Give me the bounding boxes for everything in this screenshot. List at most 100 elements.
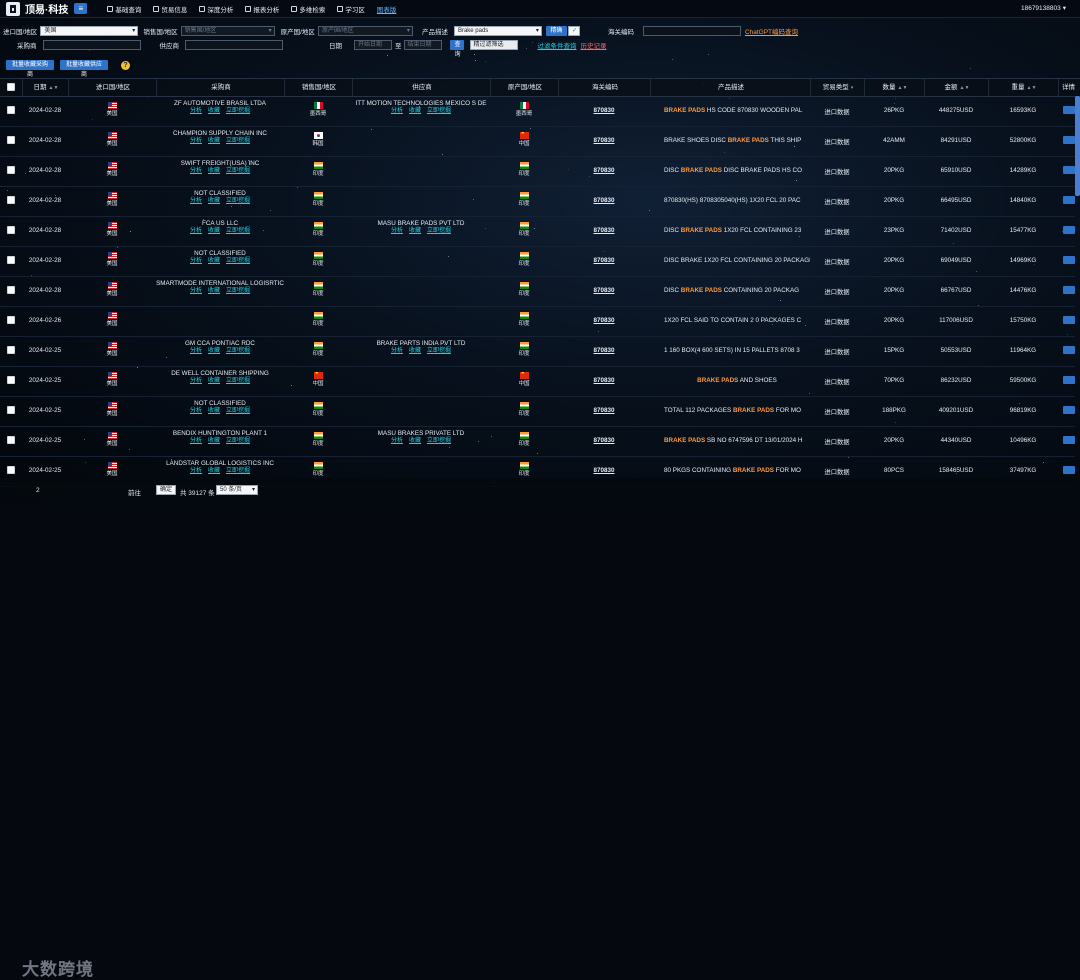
row-hs-code[interactable]: 870830 [558,437,650,444]
row-checkbox[interactable] [7,346,15,354]
search-history-link[interactable]: 历史记录 [581,40,607,50]
favorite-link[interactable]: 收藏 [208,348,220,354]
table-row[interactable]: 2024-02-28 美国 NOT CLASSIFIED 分析 收藏 立即挖掘 印度 印度 87… [0,246,1075,277]
chatgpt-hs-lookup-link[interactable]: ChatGPT编码查询 [745,26,798,36]
analyze-link[interactable]: 分析 [190,108,202,114]
supplier-input[interactable] [185,40,283,50]
dig-now-link[interactable]: 立即挖掘 [226,258,250,264]
row-hs-code[interactable]: 870830 [558,197,650,204]
exact-match-checkbox[interactable]: ✓ [567,26,580,36]
detail-button[interactable] [1063,106,1075,114]
buyer-name[interactable]: DE WELL CONTAINER SHIPPING [156,370,284,377]
nav-item-deep-analysis[interactable]: 深度分析 [199,4,233,14]
table-row[interactable]: 2024-02-28 美国 FCA US LLC 分析 收藏 立即挖掘 印度 MASU BRA… [0,216,1075,247]
detail-button[interactable] [1063,286,1075,294]
favorite-link[interactable]: 收藏 [208,468,220,474]
row-hs-code[interactable]: 870830 [558,377,650,384]
filter-conditions-link[interactable]: 过滤条件查询 [538,40,577,50]
favorite-link[interactable]: 收藏 [208,138,220,144]
detail-button[interactable] [1063,166,1075,174]
analyze-link[interactable]: 分析 [190,228,202,234]
favorite-link[interactable]: 收藏 [208,228,220,234]
col-quantity[interactable]: 数量 ▲▼ [864,79,925,96]
favorite-link[interactable]: 收藏 [208,168,220,174]
table-row[interactable]: 2024-02-25 美国 NOT CLASSIFIED 分析 收藏 立即挖掘 印度 印度 87… [0,396,1075,427]
row-checkbox[interactable] [7,196,15,204]
exact-match-button[interactable]: 精确 [545,26,567,36]
analyze-link[interactable]: 分析 [190,378,202,384]
analyze-link[interactable]: 分析 [190,438,202,444]
table-row[interactable]: 2024-02-25 美国 BENDIX HUNTINGTON PLANT 1 分析收… [0,426,1075,457]
sales-country-select[interactable]: 销售国/地区 [180,26,275,36]
buyer-name[interactable]: LANDSTAR GLOBAL LOGISTICS INC [156,460,284,467]
dig-now-link[interactable]: 立即挖掘 [226,438,250,444]
table-row[interactable]: 2024-02-28 美国 CHAMPION SUPPLY CHAIN INC 分析收… [0,126,1075,157]
favorite-link[interactable]: 收藏 [409,108,421,114]
detail-button[interactable] [1063,226,1075,234]
bulk-favorite-buyers-button[interactable]: 批量收藏采购商 [6,60,54,78]
dig-now-link[interactable]: 立即挖掘 [226,198,250,204]
table-row[interactable]: 2024-02-25 美国 DE WELL CONTAINER SHIPPING 分析… [0,366,1075,397]
row-checkbox[interactable] [7,256,15,264]
buyer-name[interactable]: BENDIX HUNTINGTON PLANT 1 [156,430,284,437]
favorite-link[interactable]: 收藏 [208,198,220,204]
detail-button[interactable] [1063,346,1075,354]
page-size-select[interactable]: 50 条/页 [216,485,258,495]
row-checkbox[interactable] [7,106,15,114]
row-checkbox[interactable] [7,226,15,234]
buyer-name[interactable]: GM CCA PONTIAC RDC [156,340,284,347]
analyze-link[interactable]: 分析 [391,228,403,234]
dig-now-link[interactable]: 立即挖掘 [427,108,451,114]
favorite-link[interactable]: 收藏 [208,378,220,384]
buyer-name[interactable]: NOT CLASSIFIED [156,400,284,407]
import-country-select[interactable]: 美国 [40,26,139,36]
col-amount[interactable]: 金额 ▲▼ [924,79,989,96]
row-hs-code[interactable]: 870830 [558,107,650,114]
analyze-link[interactable]: 分析 [190,288,202,294]
nav-item-report-analysis[interactable]: 报表分析 [245,4,279,14]
row-hs-code[interactable]: 870830 [558,467,650,474]
dig-now-link[interactable]: 立即挖掘 [427,348,451,354]
dig-now-link[interactable]: 立即挖掘 [427,228,451,234]
end-date-input[interactable]: 结束日期 [403,40,442,50]
dig-now-link[interactable]: 立即挖掘 [226,288,250,294]
table-row[interactable]: 2024-02-28 美国 SMARTMODE INTERNATIONAL LOGI… [0,276,1075,307]
start-date-input[interactable]: 开始日期 [354,40,392,50]
table-row[interactable]: 2024-02-28 美国 ZF AUTOMOTIVE BRASIL LTDA 分析收… [0,96,1075,127]
nav-item-study[interactable]: 学习区 [337,4,365,14]
buyer-name[interactable]: CHAMPION SUPPLY CHAIN INC [156,130,284,137]
nav-item-trade-info[interactable]: 贸易信息 [153,4,187,14]
buyer-name[interactable]: ZF AUTOMOTIVE BRASIL LTDA [156,100,284,107]
row-checkbox[interactable] [7,436,15,444]
bulk-favorite-suppliers-button[interactable]: 批量收藏供应商 [60,60,108,78]
favorite-link[interactable]: 收藏 [208,438,220,444]
analyze-link[interactable]: 分析 [190,198,202,204]
favorite-link[interactable]: 收藏 [208,108,220,114]
col-trade-type[interactable]: 贸易类型 ▾ [810,79,865,96]
row-checkbox[interactable] [7,466,15,474]
dig-now-link[interactable]: 立即挖掘 [226,108,250,114]
toggle-filter-switch[interactable]: 精过滤筛选 [469,40,518,50]
row-hs-code[interactable]: 870830 [558,137,650,144]
buyer-input[interactable] [42,40,141,50]
favorite-link[interactable]: 收藏 [208,258,220,264]
vertical-scrollbar[interactable] [1075,96,1080,196]
nav-item-multi-search[interactable]: 多维检索 [291,4,325,14]
dig-now-link[interactable]: 立即挖掘 [226,168,250,174]
analyze-link[interactable]: 分析 [190,168,202,174]
buyer-name[interactable]: SMARTMODE INTERNATIONAL LOGISRTIC [156,280,284,287]
user-account-menu[interactable]: 18679138803 [1021,4,1066,12]
detail-button[interactable] [1063,376,1075,384]
product-desc-input[interactable]: Brake pads [453,26,542,36]
supplier-name[interactable]: ITT MOTION TECHNOLOGIES MEXICO S DE [352,100,490,107]
dig-now-link[interactable]: 立即挖掘 [226,348,250,354]
analyze-link[interactable]: 分析 [190,138,202,144]
detail-button[interactable] [1063,406,1075,414]
goto-page-button[interactable]: 确定 [156,485,176,495]
col-date[interactable]: 日期 ▲▼ [22,79,69,96]
analyze-link[interactable]: 分析 [190,468,202,474]
row-hs-code[interactable]: 870830 [558,167,650,174]
dig-now-link[interactable]: 立即挖掘 [226,138,250,144]
detail-button[interactable] [1063,136,1075,144]
analyze-link[interactable]: 分析 [391,108,403,114]
